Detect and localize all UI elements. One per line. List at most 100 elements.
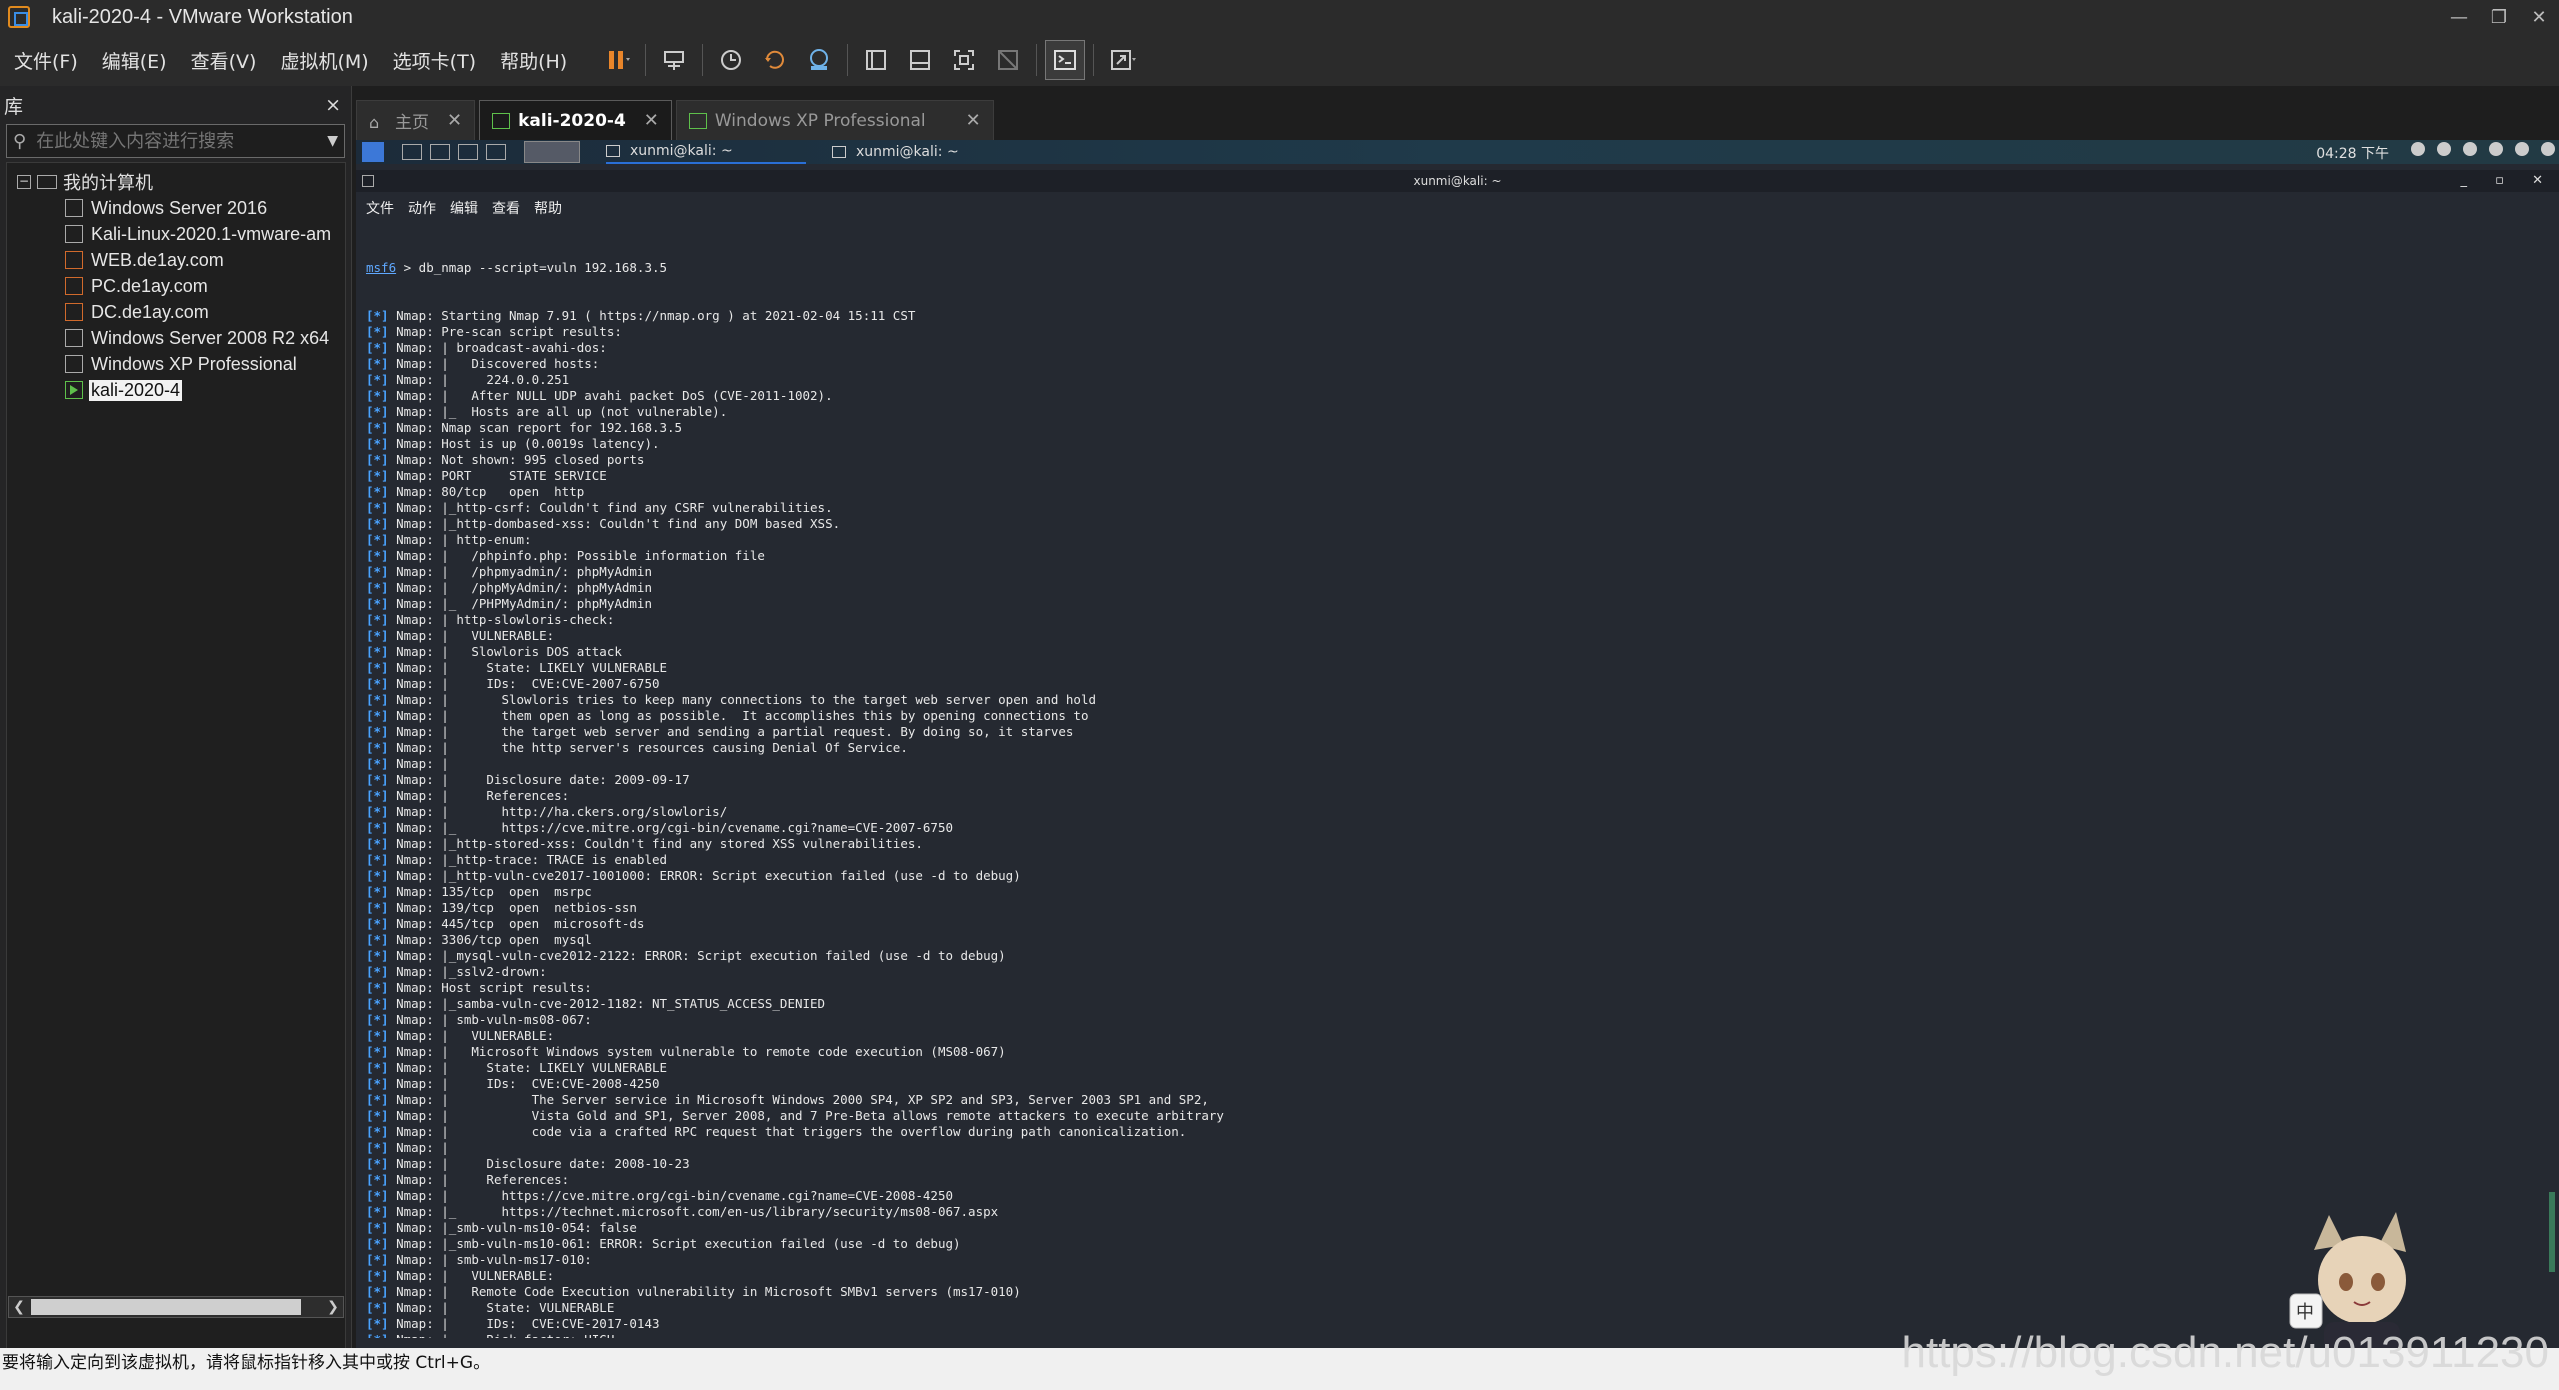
- tree-root-my-computer[interactable]: − 我的计算机: [7, 169, 345, 195]
- terminal-line: [*] Nmap: 135/tcp open msrpc: [366, 884, 2536, 900]
- search-input[interactable]: [36, 130, 328, 152]
- status-tag: [*]: [366, 388, 389, 403]
- scrollbar-thumb[interactable]: [31, 1299, 301, 1315]
- taskbar-item-terminal[interactable]: xunmi@kali: ~: [606, 140, 806, 164]
- msf-prompt: msf6: [366, 260, 397, 275]
- taskbar-item-terminal[interactable]: xunmi@kali: ~: [832, 140, 1032, 164]
- close-button[interactable]: ✕: [2519, 0, 2559, 34]
- terminal-line: [*] Nmap: |_smb-vuln-ms10-054: false: [366, 1220, 2536, 1236]
- task-label: xunmi@kali: ~: [856, 144, 959, 160]
- terminal-window-controls[interactable]: _ ▫ ✕: [2461, 170, 2555, 192]
- task-label: xunmi@kali: ~: [630, 143, 733, 159]
- terminal-menu-help[interactable]: 帮助: [534, 198, 562, 220]
- snapshot-manager-icon[interactable]: [799, 40, 839, 80]
- terminal-menu-view[interactable]: 查看: [492, 198, 520, 220]
- menu-edit[interactable]: 编辑(E): [92, 47, 177, 74]
- status-tag: [*]: [366, 1044, 389, 1059]
- status-tag: [*]: [366, 836, 389, 851]
- tree-item-vm[interactable]: Windows Server 2016: [65, 195, 345, 221]
- lock-icon[interactable]: [2515, 142, 2529, 156]
- terminal-line-text: Nmap: | The Server service in Microsoft …: [396, 1092, 1209, 1107]
- terminal-line-text: Nmap: | IDs: CVE:CVE-2008-4250: [396, 1076, 660, 1091]
- terminal-line-text: Nmap: 3306/tcp open mysql: [396, 932, 592, 947]
- terminal-line-text: Nmap: |: [396, 1140, 449, 1155]
- terminal-line: [*] Nmap: | code via a crafted RPC reque…: [366, 1124, 2536, 1140]
- restore-button[interactable]: ❐: [2479, 0, 2519, 34]
- tab-home[interactable]: ⌂ 主页 ✕: [356, 100, 476, 140]
- tree-item-vm-selected[interactable]: kali-2020-4: [65, 377, 345, 403]
- terminal-line-text: Nmap: Not shown: 995 closed ports: [396, 452, 645, 467]
- console-icon[interactable]: [1045, 40, 1086, 80]
- terminal-menu-edit[interactable]: 编辑: [450, 198, 478, 220]
- terminal-scrollbar[interactable]: [2549, 232, 2557, 1332]
- terminal-output[interactable]: msf6 > db_nmap --script=vuln 192.168.3.5…: [366, 228, 2536, 1338]
- scroll-left-icon[interactable]: ❮: [9, 1299, 29, 1315]
- chevron-down-icon[interactable]: ▼: [327, 133, 338, 149]
- terminal-line-text: Nmap: | Disclosure date: 2008-10-23: [396, 1156, 690, 1171]
- scroll-right-icon[interactable]: ❯: [323, 1299, 343, 1315]
- unity-icon[interactable]: [988, 40, 1028, 80]
- tree-item-vm[interactable]: Kali-Linux-2020.1-vmware-am: [65, 221, 345, 247]
- display-icon[interactable]: [2411, 142, 2425, 156]
- thumbnail-icon[interactable]: [900, 40, 940, 80]
- single-pane-icon[interactable]: [856, 40, 896, 80]
- pause-icon[interactable]: [597, 40, 637, 80]
- power-icon[interactable]: [2541, 142, 2555, 156]
- terminal-line-text: Nmap: | /phpMyAdmin/: phpMyAdmin: [396, 580, 652, 595]
- vm-display[interactable]: xunmi@kali: ~ xunmi@kali: ~ 04:28 下午 xun…: [356, 140, 2559, 1348]
- guest-clock[interactable]: 04:28 下午: [2316, 143, 2389, 163]
- terminal-line: [*] Nmap: | Microsoft Windows system vul…: [366, 1044, 2536, 1060]
- tab-close-button[interactable]: ✕: [966, 110, 981, 131]
- terminal-menu-bar: 文件 动作 编辑 查看 帮助: [356, 198, 2559, 220]
- snapshot-icon[interactable]: [711, 40, 751, 80]
- revert-snapshot-icon[interactable]: [755, 40, 795, 80]
- file-manager-icon[interactable]: [430, 144, 450, 160]
- menu-vm[interactable]: 虚拟机(M): [270, 47, 378, 74]
- tab-close-button[interactable]: ✕: [447, 110, 462, 131]
- collapse-icon[interactable]: −: [17, 175, 31, 189]
- tab-windows-xp[interactable]: Windows XP Professional ✕: [675, 100, 994, 140]
- computer-icon: [37, 175, 57, 189]
- tree-item-vm[interactable]: DC.de1ay.com: [65, 299, 345, 325]
- terminal-line-text: Nmap: | State: VULNERABLE: [396, 1300, 615, 1315]
- toolbar-separator: [645, 44, 647, 76]
- show-desktop-icon[interactable]: [402, 144, 422, 160]
- tree-item-vm[interactable]: Windows Server 2008 R2 x64: [65, 325, 345, 351]
- send-ctrl-alt-del-icon[interactable]: [654, 40, 694, 80]
- status-tag: [*]: [366, 1028, 389, 1043]
- terminal-menu-file[interactable]: 文件: [366, 198, 394, 220]
- terminal-line: [*] Nmap: | Remote Code Execution vulner…: [366, 1284, 2536, 1300]
- tab-close-button[interactable]: ✕: [644, 110, 659, 131]
- menu-file[interactable]: 文件(F): [4, 47, 88, 74]
- menu-tabs[interactable]: 选项卡(T): [383, 47, 486, 74]
- terminal-line: [*] Nmap: |_ https://cve.mitre.org/cgi-b…: [366, 820, 2536, 836]
- tab-kali[interactable]: kali-2020-4 ✕: [479, 100, 672, 140]
- menu-help[interactable]: 帮助(H): [490, 47, 577, 74]
- library-horizontal-scrollbar[interactable]: ❮ ❯: [8, 1296, 344, 1318]
- status-tag: [*]: [366, 436, 389, 451]
- scrollbar-thumb[interactable]: [2549, 1192, 2555, 1272]
- terminal-menu-action[interactable]: 动作: [408, 198, 436, 220]
- vm-icon: [65, 225, 83, 243]
- library-close-button[interactable]: ×: [325, 94, 341, 116]
- terminal-line: [*] Nmap: Host is up (0.0019s latency).: [366, 436, 2536, 452]
- menu-view[interactable]: 查看(V): [181, 47, 267, 74]
- terminal-line: [*] Nmap: |_http-trace: TRACE is enabled: [366, 852, 2536, 868]
- notification-icon[interactable]: [2463, 142, 2477, 156]
- fullscreen-icon[interactable]: [944, 40, 984, 80]
- volume-icon[interactable]: [2437, 142, 2451, 156]
- workspace-switcher[interactable]: [524, 141, 580, 163]
- terminal-line-text: Nmap: | code via a crafted RPC request t…: [396, 1124, 1187, 1139]
- tree-item-vm[interactable]: WEB.de1ay.com: [65, 247, 345, 273]
- tree-item-vm[interactable]: PC.de1ay.com: [65, 273, 345, 299]
- browser-launcher-icon[interactable]: [486, 144, 506, 160]
- tab-label: Windows XP Professional: [714, 110, 926, 131]
- stretch-icon[interactable]: [1102, 40, 1142, 80]
- minimize-button[interactable]: —: [2439, 0, 2479, 34]
- kali-menu-icon[interactable]: [362, 142, 384, 162]
- tree-item-vm[interactable]: Windows XP Professional: [65, 351, 345, 377]
- terminal-launcher-icon[interactable]: [458, 144, 478, 160]
- network-icon[interactable]: [2489, 142, 2503, 156]
- status-tag: [*]: [366, 1012, 389, 1027]
- terminal-line: [*] Nmap: | State: LIKELY VULNERABLE: [366, 1060, 2536, 1076]
